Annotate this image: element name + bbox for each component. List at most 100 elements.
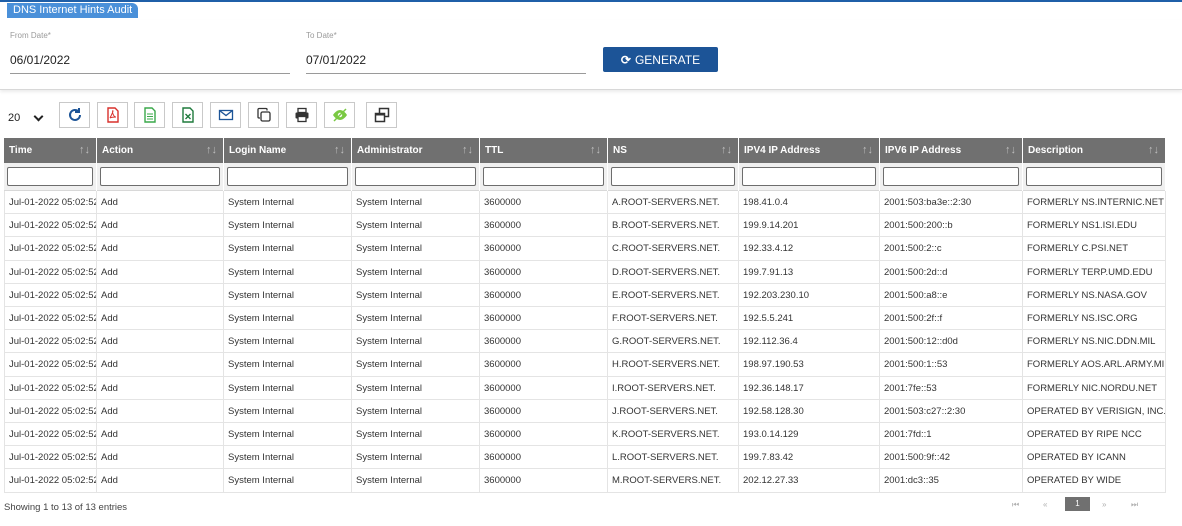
cell-ipv6: 2001:500:a8::e [880,283,1023,307]
table-row[interactable]: Jul-01-2022 05:02:52 Add System Internal Sy… [4,307,1166,331]
grid-header-row: Time ↑↓ Action ↑↓ Login Name ↑↓ Administrat… [4,138,1166,163]
cell-time: Jul-01-2022 05:02:52 [4,260,97,284]
top-accent-line [0,0,1182,2]
filter-input-ipv4[interactable] [742,167,876,186]
export-csv-button[interactable] [134,102,165,128]
cell-ns: D.ROOT-SERVERS.NET. [608,260,739,284]
filter-input-time[interactable] [7,167,93,186]
from-date-field[interactable]: 06/01/2022 [10,53,70,67]
table-row[interactable]: Jul-01-2022 05:02:52 Add System Internal Sy… [4,353,1166,377]
cell-ipv6: 2001:500:12::d0d [880,330,1023,354]
table-row[interactable]: Jul-01-2022 05:02:52 Add System Internal Sy… [4,446,1166,470]
table-row[interactable]: Jul-01-2022 05:02:52 Add System Internal Sy… [4,191,1166,215]
column-header-ns[interactable]: NS ↑↓ [608,138,739,163]
cell-administrator: System Internal [352,260,480,284]
cell-login-name: System Internal [224,399,352,423]
cell-time: Jul-01-2022 05:02:52 [4,423,97,446]
current-page-button[interactable]: 1 [1065,497,1090,511]
export-pdf-button[interactable] [97,102,128,128]
sort-icon[interactable]: ↑↓ [1005,138,1016,163]
cell-ipv6: 2001:500:1::53 [880,353,1023,377]
filter-input-ipv6[interactable] [883,167,1019,186]
to-date-field[interactable]: 07/01/2022 [306,53,366,67]
sort-icon[interactable]: ↑↓ [721,138,732,163]
sort-icon[interactable]: ↑↓ [590,138,601,163]
sort-icon[interactable]: ↑↓ [1148,138,1159,163]
grid-toolbar: 20 [0,102,1182,132]
page-size-value: 20 [8,112,21,124]
email-button[interactable] [210,102,241,128]
sort-icon[interactable]: ↑↓ [206,138,217,163]
sort-icon[interactable]: ↑↓ [334,138,345,163]
cell-ttl: 3600000 [480,283,608,307]
table-row[interactable]: Jul-01-2022 05:02:52 Add System Internal Sy… [4,469,1166,493]
export-excel-button[interactable] [172,102,203,128]
table-row[interactable]: Jul-01-2022 05:02:52 Add System Internal Sy… [4,283,1166,307]
cell-time: Jul-01-2022 05:02:52 [4,330,97,354]
next-page-button[interactable]: » [1102,500,1106,509]
table-row[interactable]: Jul-01-2022 05:02:52 Add System Internal Sy… [4,260,1166,284]
column-header-administrator[interactable]: Administrator ↑↓ [352,138,480,163]
column-header-ipv6[interactable]: IPV6 IP Address ↑↓ [880,138,1023,163]
cell-time: Jul-01-2022 05:02:52 [4,237,97,261]
pdf-icon [106,107,119,123]
cell-time: Jul-01-2022 05:02:52 [4,376,97,400]
filter-input-description[interactable] [1026,167,1162,186]
cell-action: Add [97,237,224,261]
first-page-button[interactable]: ⏮ [1012,500,1019,510]
cell-ipv4: 199.7.83.42 [739,446,880,470]
cell-login-name: System Internal [224,191,352,214]
prev-page-button[interactable]: « [1043,500,1047,509]
refresh-button[interactable] [59,102,90,128]
cell-action: Add [97,214,224,238]
entries-info: Showing 1 to 13 of 13 entries [4,502,128,513]
restore-layout-button[interactable] [366,102,397,128]
cell-ipv4: 198.97.190.53 [739,353,880,377]
column-visibility-button[interactable] [324,102,355,128]
cell-ttl: 3600000 [480,469,608,493]
last-page-button[interactable]: ⏭ [1131,500,1138,510]
cell-administrator: System Internal [352,446,480,470]
cell-action: Add [97,376,224,400]
filter-input-administrator[interactable] [355,167,476,186]
from-date-underline [10,73,290,74]
cell-login-name: System Internal [224,376,352,400]
table-row[interactable]: Jul-01-2022 05:02:52 Add System Internal Sy… [4,399,1166,423]
cell-ipv6: 2001:500:200::b [880,214,1023,238]
sort-icon[interactable]: ↑↓ [862,138,873,163]
filter-input-ns[interactable] [611,167,735,186]
cell-login-name: System Internal [224,237,352,261]
filter-input-ttl[interactable] [483,167,604,186]
table-row[interactable]: Jul-01-2022 05:02:52 Add System Internal Sy… [4,214,1166,238]
table-row[interactable]: Jul-01-2022 05:02:52 Add System Internal Sy… [4,237,1166,261]
table-row[interactable]: Jul-01-2022 05:02:52 Add System Internal Sy… [4,376,1166,400]
print-button[interactable] [286,102,317,128]
filter-input-action[interactable] [100,167,220,186]
cell-ns: I.ROOT-SERVERS.NET. [608,376,739,400]
column-header-action[interactable]: Action ↑↓ [97,138,224,163]
column-header-ipv4[interactable]: IPV4 IP Address ↑↓ [739,138,880,163]
cell-administrator: System Internal [352,307,480,330]
copy-button[interactable] [248,102,279,128]
cell-action: Add [97,260,224,284]
cell-description: OPERATED BY ICANN [1023,446,1166,470]
column-header-time[interactable]: Time ↑↓ [4,138,97,163]
cell-action: Add [97,307,224,330]
cell-ns: M.ROOT-SERVERS.NET. [608,469,739,493]
column-header-ttl[interactable]: TTL ↑↓ [480,138,608,163]
filter-input-login-name[interactable] [227,167,348,186]
generate-button[interactable]: ⟳ GENERATE [603,47,718,72]
cell-action: Add [97,399,224,423]
column-header-login-name[interactable]: Login Name ↑↓ [224,138,352,163]
sort-icon[interactable]: ↑↓ [462,138,473,163]
table-row[interactable]: Jul-01-2022 05:02:52 Add System Internal Sy… [4,423,1166,447]
cell-time: Jul-01-2022 05:02:52 [4,353,97,377]
cell-administrator: System Internal [352,330,480,354]
cell-ipv6: 2001:500:2d::d [880,260,1023,284]
to-date-label: To Date* [306,31,337,40]
page-size-select[interactable]: 20 [4,106,46,130]
print-icon [295,107,308,123]
sort-icon[interactable]: ↑↓ [79,138,90,163]
table-row[interactable]: Jul-01-2022 05:02:52 Add System Internal Sy… [4,330,1166,354]
column-header-description[interactable]: Description ↑↓ [1023,138,1166,163]
